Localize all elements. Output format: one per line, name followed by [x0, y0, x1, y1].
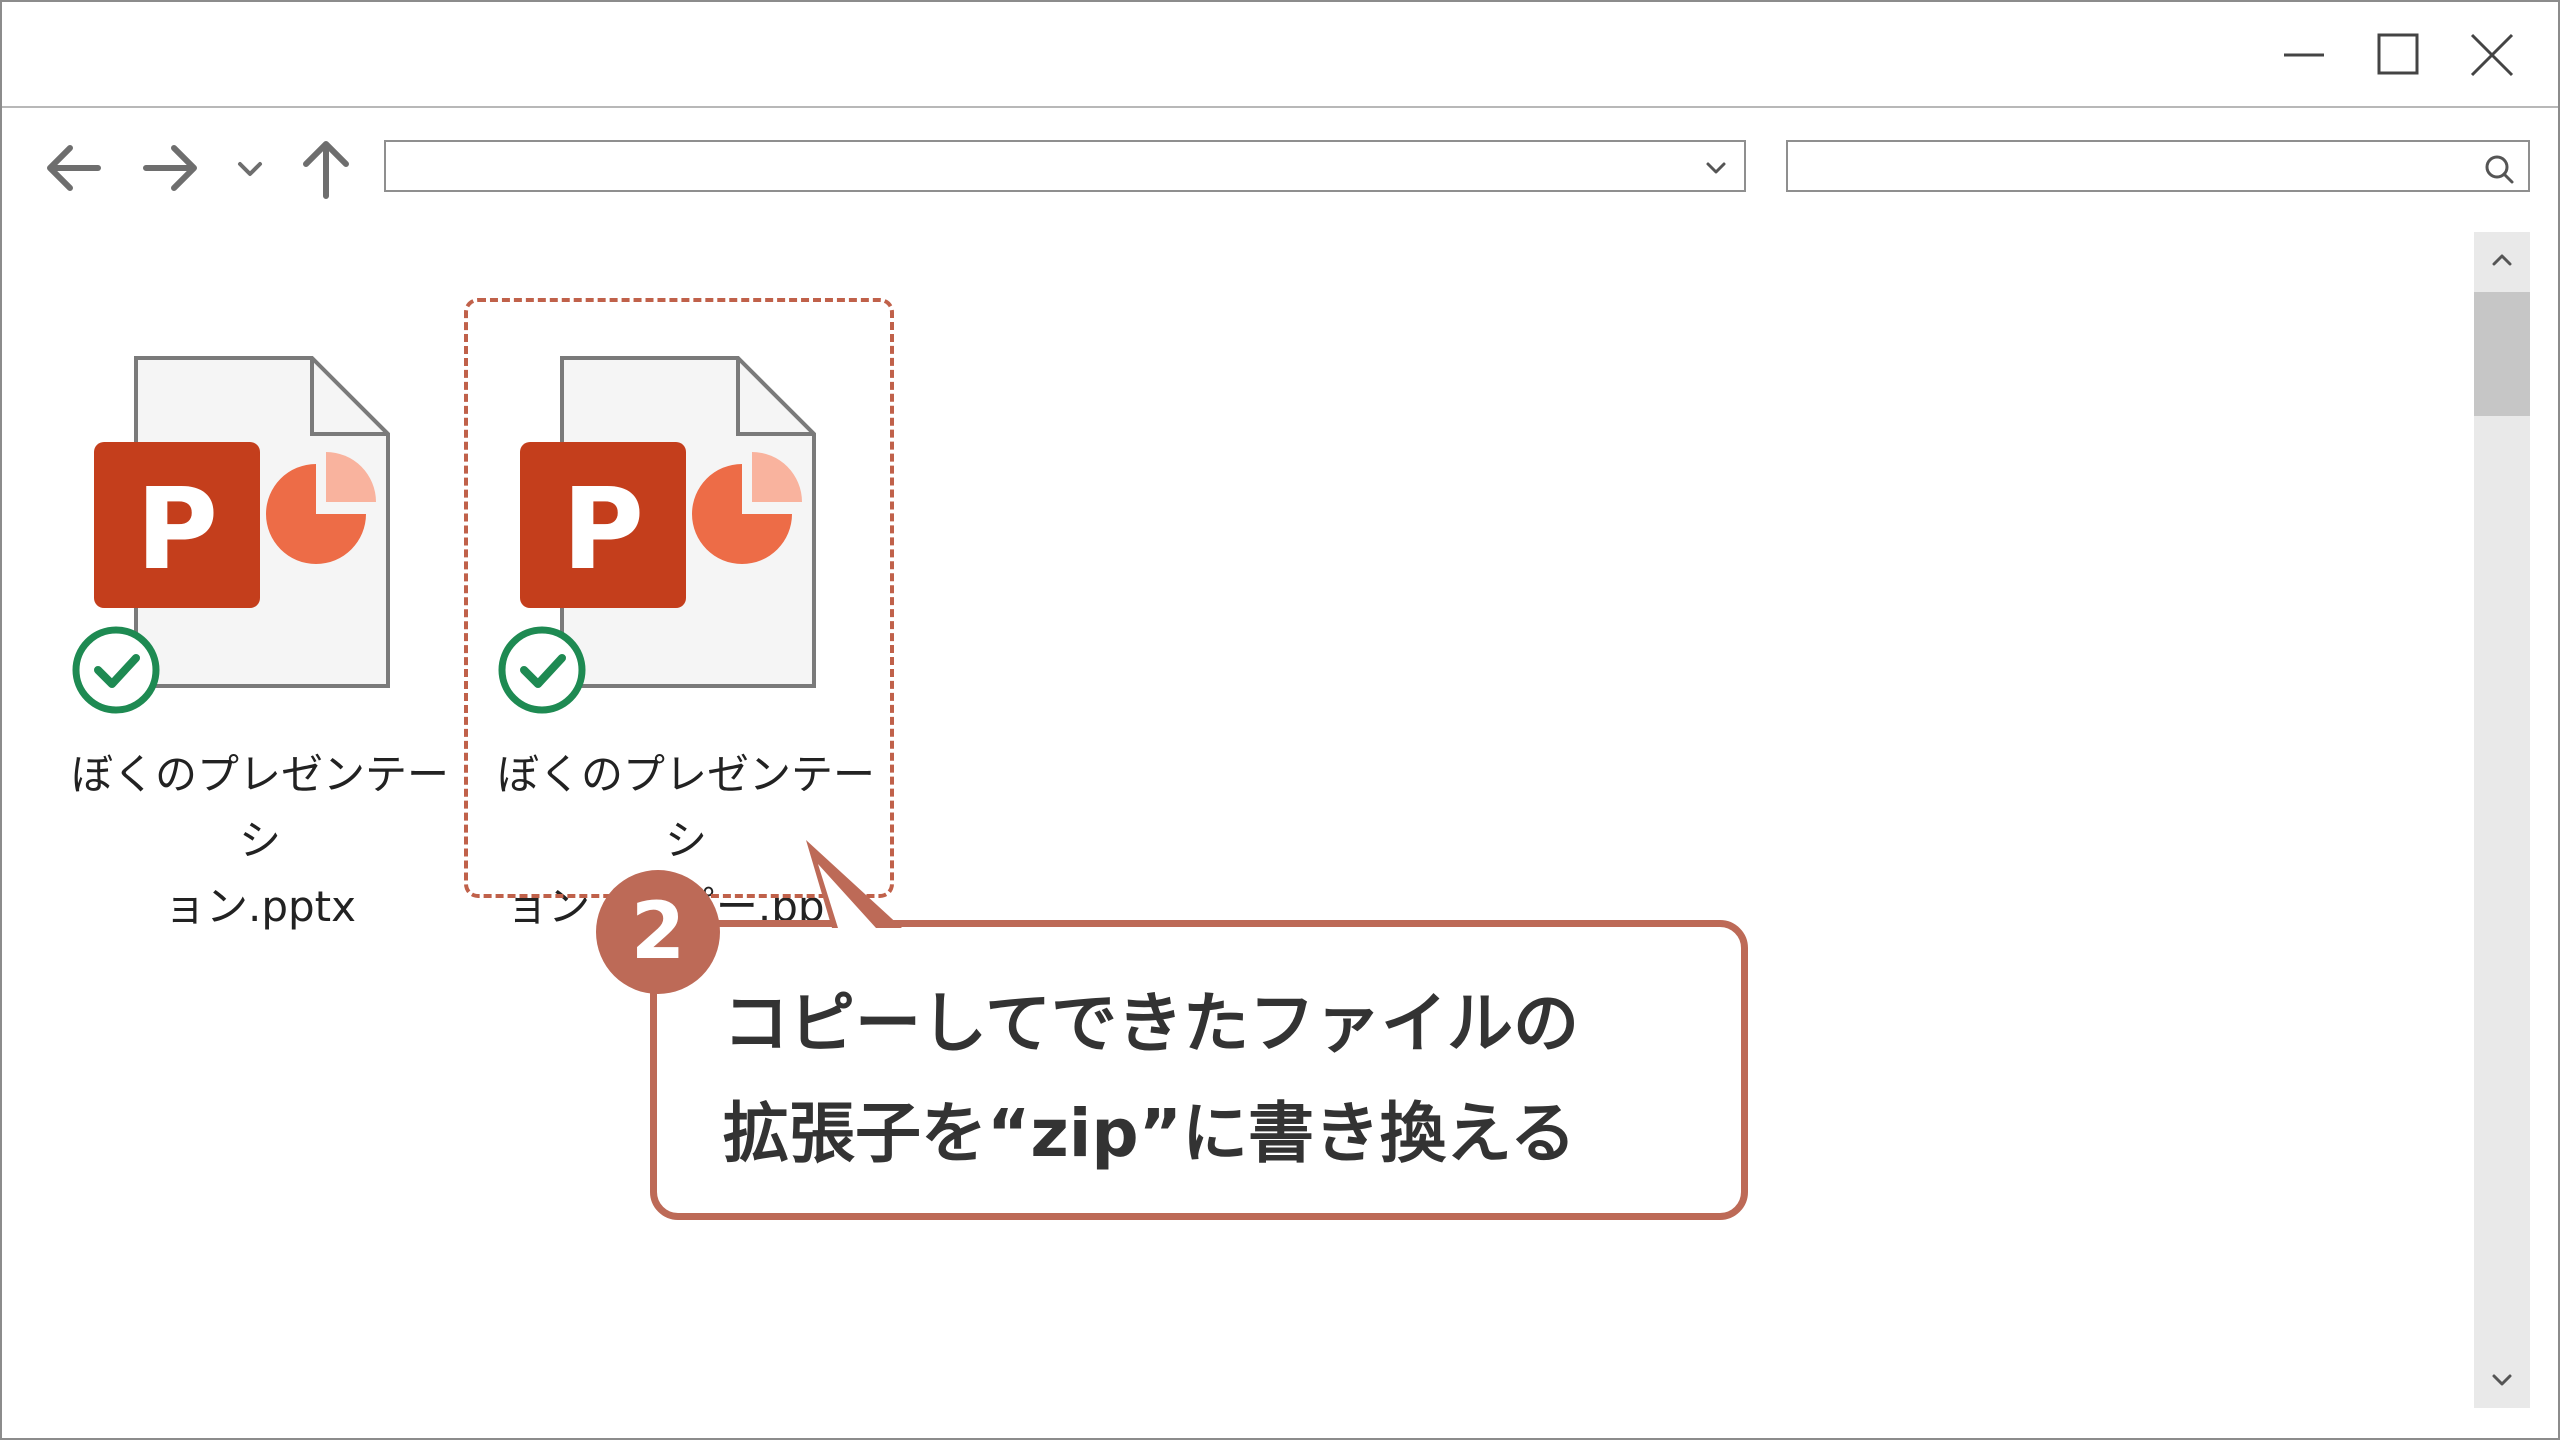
- arrow-left-icon[interactable]: [36, 132, 112, 204]
- address-bar[interactable]: [384, 140, 1746, 192]
- navigation-toolbar: [2, 108, 2558, 228]
- arrow-right-icon[interactable]: [132, 132, 208, 204]
- arrow-up-icon[interactable]: [288, 132, 364, 204]
- search-input[interactable]: [1786, 140, 2530, 192]
- powerpoint-file-icon: P: [72, 356, 390, 714]
- close-icon[interactable]: [2456, 22, 2528, 88]
- svg-text:P: P: [136, 465, 218, 595]
- maximize-icon[interactable]: [2362, 22, 2434, 88]
- callout-text: コピーしてできたファイルの 拡張子を“zip”に書き換える: [723, 969, 1579, 1189]
- address-dropdown-icon[interactable]: [1702, 154, 1730, 182]
- scroll-up-icon[interactable]: [2474, 232, 2530, 288]
- step-badge: 2: [596, 870, 720, 994]
- selection-highlight: [464, 298, 894, 898]
- chevron-down-icon[interactable]: [222, 132, 278, 204]
- vertical-scrollbar[interactable]: [2474, 232, 2530, 1408]
- callout-line-1: コピーしてできたファイルの: [723, 985, 1580, 1062]
- title-bar: [2, 2, 2558, 108]
- explorer-window: P ぼくのプレゼンテーシ ョン.pptx P ぼくのプレゼンテーシ ョン - コ…: [0, 0, 2560, 1440]
- scroll-thumb[interactable]: [2474, 292, 2530, 416]
- minimize-icon[interactable]: [2268, 22, 2340, 88]
- scroll-down-icon[interactable]: [2474, 1352, 2530, 1408]
- search-icon: [2485, 155, 2514, 184]
- callout-box: コピーしてできたファイルの 拡張子を“zip”に書き換える: [650, 920, 1748, 1220]
- callout-pointer: [806, 840, 902, 928]
- callout-line-2: 拡張子を“zip”に書き換える: [723, 1095, 1577, 1172]
- file-name[interactable]: ぼくのプレゼンテーシ ョン.pptx: [70, 742, 450, 940]
